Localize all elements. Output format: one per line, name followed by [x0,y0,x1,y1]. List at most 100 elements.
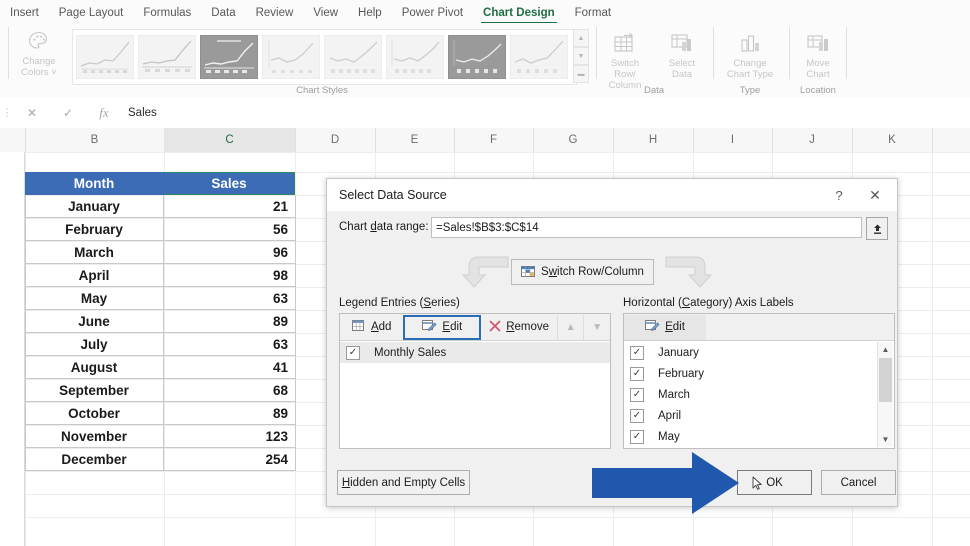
table-row[interactable]: November 123 [25,425,295,448]
column-header-d[interactable]: D [295,128,376,152]
column-header-g[interactable]: G [533,128,614,152]
cell-sales[interactable]: 123 [164,425,295,448]
cell-month[interactable]: July [25,333,164,356]
cell-sales[interactable]: 89 [164,402,295,425]
change-colors-button[interactable]: Change Colors ˅ [16,29,62,85]
help-icon[interactable]: ? [825,185,853,205]
edit-series-button[interactable]: Edit [403,315,481,340]
chart-styles-gallery[interactable] [72,29,577,85]
move-chart-ribbon-button[interactable]: Move Chart [792,31,844,80]
checkbox-icon[interactable]: ✓ [630,409,644,423]
cell-sales[interactable]: 56 [164,218,295,241]
cell-sales[interactable]: 96 [164,241,295,264]
ribbon-tab-format[interactable]: Format [565,0,621,25]
cell-sales[interactable]: 21 [164,195,295,218]
change-chart-type-ribbon-button[interactable]: Change Chart Type [716,31,784,80]
cell-month[interactable]: May [25,287,164,310]
chart-data-range-input[interactable]: =Sales!$B$3:$C$14 [431,217,862,238]
axis-labels-scrollbar[interactable]: ▲ ▼ [877,342,893,447]
cell-sales[interactable]: 254 [164,448,295,471]
table-row[interactable]: July 63 [25,333,295,356]
cell-sales[interactable]: 98 [164,264,295,287]
gallery-scroll-buttons[interactable]: ▲ ▼ ▬ [573,29,587,83]
column-header-k[interactable]: K [852,128,933,152]
table-row[interactable]: June 89 [25,310,295,333]
gallery-scroll-down-icon[interactable]: ▼ [573,47,589,65]
chart-style-thumb[interactable] [386,35,444,79]
checkbox-icon[interactable]: ✓ [346,346,360,360]
gallery-more-icon[interactable]: ▬ [573,65,589,83]
formula-bar-input[interactable]: Sales [122,107,157,119]
cell-month[interactable]: April [25,264,164,287]
table-row[interactable]: October 89 [25,402,295,425]
scroll-down-icon[interactable]: ▼ [878,432,893,447]
chart-style-thumb[interactable] [76,35,134,79]
cancel-edit-icon[interactable]: ✕ [14,106,50,120]
hidden-and-empty-cells-button[interactable]: Hidden and Empty Cells [337,470,470,495]
list-item[interactable]: ✓ Monthly Sales [340,342,610,363]
ribbon-tab-insert[interactable]: Insert [0,0,49,25]
checkbox-icon[interactable]: ✓ [630,346,644,360]
cell-month[interactable]: June [25,310,164,333]
cell-sales[interactable]: 63 [164,287,295,310]
add-series-button[interactable]: Add [340,315,403,340]
column-header-c[interactable]: C [164,128,296,154]
cell-month[interactable]: September [25,379,164,402]
axis-labels-list[interactable]: ✓ January ✓ February ✓ March ✓ April ✓ M… [624,342,878,448]
ribbon-tab-page-layout[interactable]: Page Layout [49,0,134,25]
column-header-l[interactable] [932,128,970,152]
close-icon[interactable]: ✕ [859,183,891,207]
ribbon-tab-review[interactable]: Review [246,0,304,25]
column-header-i[interactable]: I [693,128,773,152]
chart-style-thumb[interactable] [448,35,506,79]
cell-month[interactable]: February [25,218,164,241]
column-header-f[interactable]: F [454,128,534,152]
cell-sales[interactable]: 89 [164,310,295,333]
cell-sales[interactable]: 68 [164,379,295,402]
list-item[interactable]: ✓ February [624,363,878,384]
legend-entries-listbox[interactable]: Add Edit Remove [339,313,611,449]
cell-month[interactable]: November [25,425,164,448]
table-row[interactable]: September 68 [25,379,295,402]
select-data-ribbon-button[interactable]: Select Data [656,31,708,80]
ok-button[interactable]: OK [737,470,812,495]
scroll-up-icon[interactable]: ▲ [878,342,893,357]
chart-style-thumb[interactable] [510,35,568,79]
chart-style-thumb[interactable] [200,35,258,79]
table-row[interactable]: December 254 [25,448,295,471]
cell-month[interactable]: October [25,402,164,425]
cell-month[interactable]: March [25,241,164,264]
select-all-corner[interactable] [0,128,26,152]
ribbon-tab-chart-design[interactable]: Chart Design [473,0,565,25]
table-row[interactable]: May 63 [25,287,295,310]
column-header-j[interactable]: J [772,128,853,152]
list-item[interactable]: ✓ January [624,342,878,363]
chevron-down-icon[interactable]: ▼ [583,315,610,340]
switch-row-column-button[interactable]: Switch Row/Column [511,259,654,285]
insert-function-icon[interactable]: fx [86,105,122,121]
checkbox-icon[interactable]: ✓ [630,367,644,381]
ribbon-tab-view[interactable]: View [303,0,348,25]
cancel-button[interactable]: Cancel [821,470,896,495]
table-row[interactable]: March 96 [25,241,295,264]
chevron-up-icon[interactable]: ▲ [557,315,584,340]
scrollbar-thumb[interactable] [879,358,892,402]
edit-axis-labels-button[interactable]: Edit [624,315,706,340]
list-item[interactable]: ✓ March [624,384,878,405]
checkbox-icon[interactable]: ✓ [630,388,644,402]
cell-sales[interactable]: 63 [164,333,295,356]
chart-style-thumb[interactable] [138,35,196,79]
ribbon-tab-data[interactable]: Data [201,0,245,25]
ribbon-tab-power-pivot[interactable]: Power Pivot [392,0,473,25]
table-row[interactable]: April 98 [25,264,295,287]
column-header-e[interactable]: E [375,128,455,152]
list-item[interactable]: ✓ April [624,405,878,426]
cell-sales[interactable]: 41 [164,356,295,379]
cell-month[interactable]: August [25,356,164,379]
cell-month[interactable]: January [25,195,164,218]
gallery-scroll-up-icon[interactable]: ▲ [573,29,589,47]
list-item[interactable]: ✓ May [624,426,878,447]
cell-month[interactable]: December [25,448,164,471]
table-row[interactable]: January 21 [25,195,295,218]
column-header-b[interactable]: B [25,128,165,152]
